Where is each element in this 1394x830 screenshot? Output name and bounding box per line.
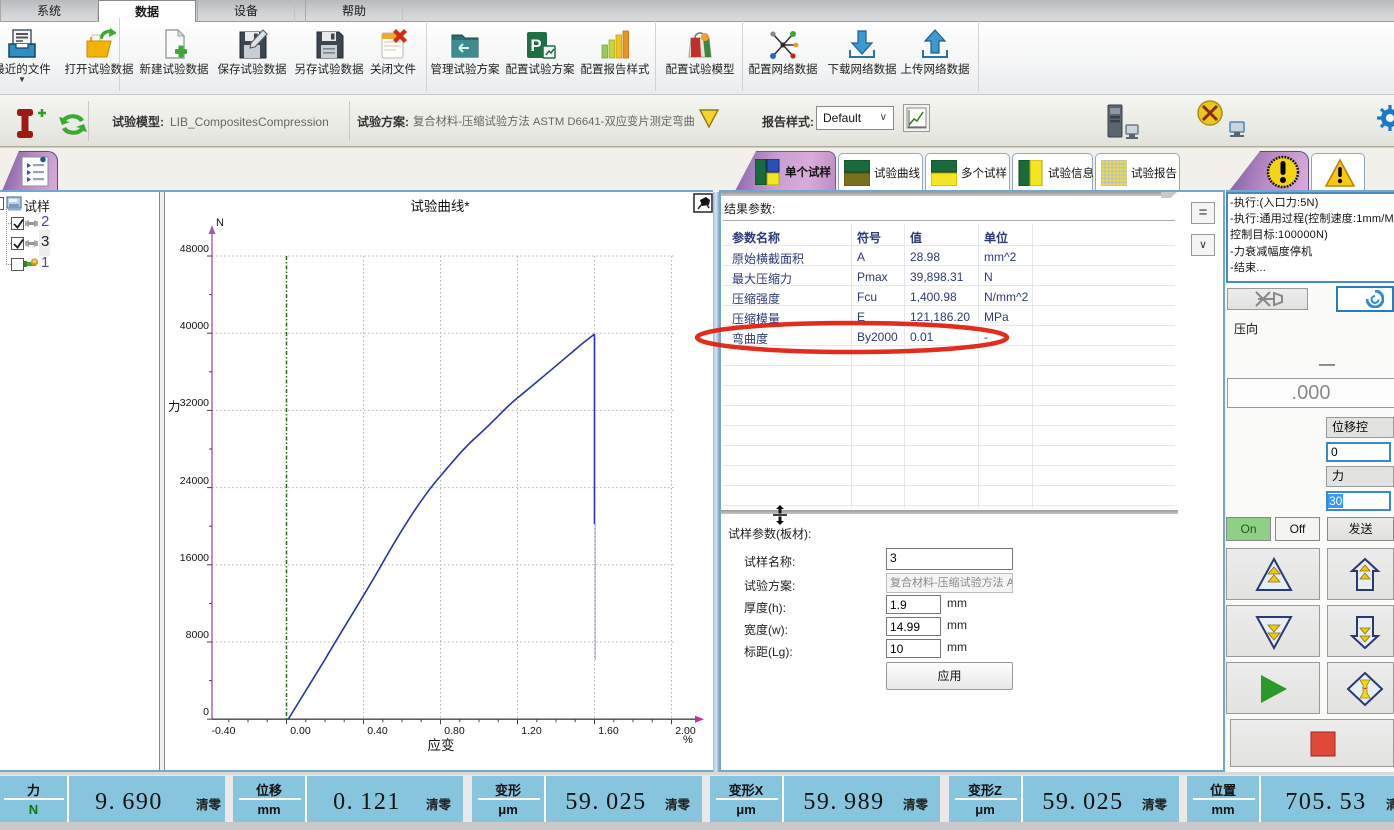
svg-text:%: % — [683, 734, 693, 746]
svg-text:16000: 16000 — [180, 552, 209, 564]
svg-text:试验曲线*: 试验曲线* — [410, 199, 470, 214]
svg-text:0.80: 0.80 — [444, 725, 465, 737]
svg-text:1.20: 1.20 — [521, 725, 542, 737]
svg-text:32000: 32000 — [180, 397, 209, 409]
svg-text:N: N — [216, 217, 224, 229]
svg-text:8000: 8000 — [186, 629, 210, 641]
svg-text:24000: 24000 — [180, 475, 209, 487]
svg-text:应变: 应变 — [428, 737, 455, 753]
svg-text:0: 0 — [203, 706, 209, 718]
svg-text:1.60: 1.60 — [598, 725, 619, 737]
svg-text:-0.40: -0.40 — [212, 725, 236, 737]
svg-text:0.00: 0.00 — [290, 725, 311, 737]
svg-text:48000: 48000 — [180, 243, 209, 255]
svg-text:力: 力 — [168, 400, 181, 414]
svg-text:P: P — [530, 36, 541, 55]
svg-text:0.40: 0.40 — [367, 725, 388, 737]
svg-text:40000: 40000 — [180, 320, 209, 332]
